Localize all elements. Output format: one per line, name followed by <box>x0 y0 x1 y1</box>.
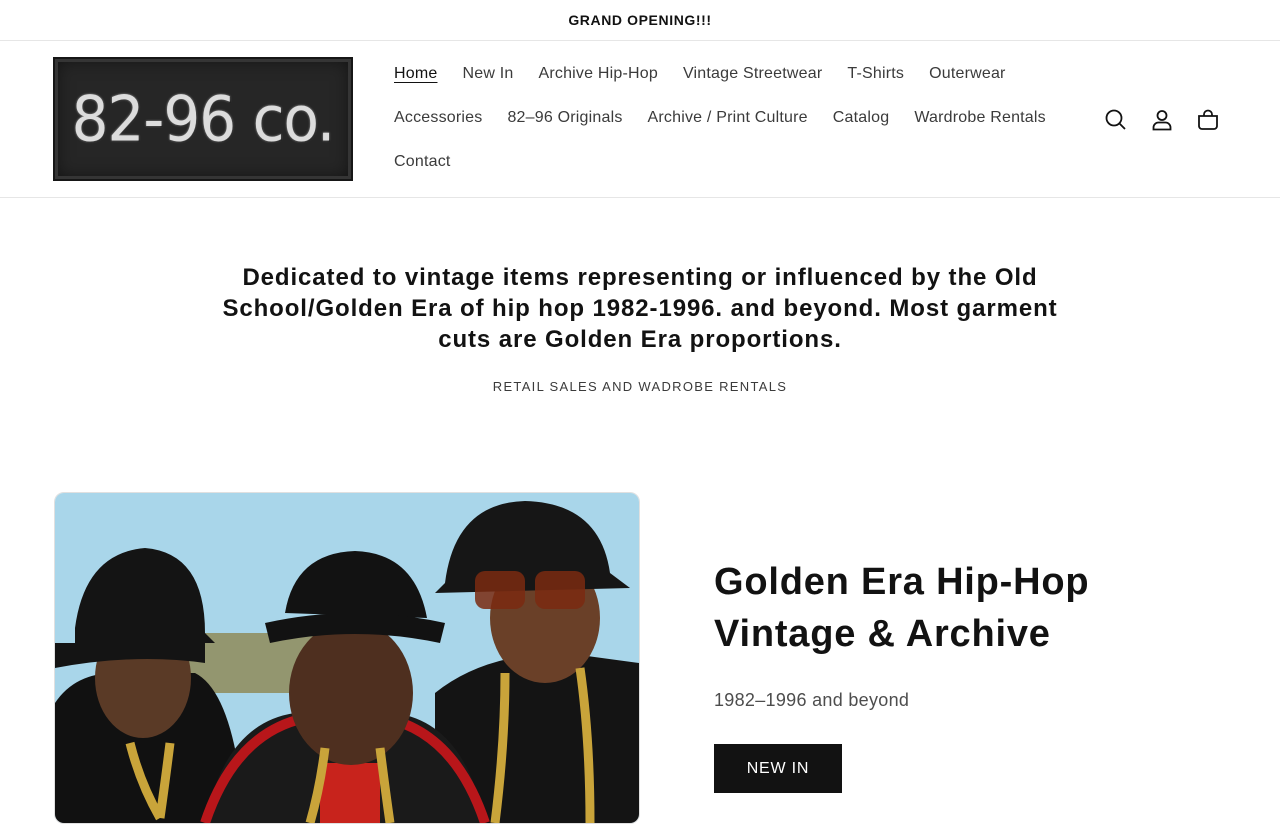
nav-archive-hip-hop[interactable]: Archive Hip-Hop <box>538 65 657 83</box>
nav-wardrobe-rentals[interactable]: Wardrobe Rentals <box>914 109 1046 127</box>
hero-title-line2: Vintage & Archive <box>714 613 1051 655</box>
nav-archive-print-culture[interactable]: Archive / Print Culture <box>648 109 808 127</box>
hero-subtitle: 1982–1996 and beyond <box>714 690 910 710</box>
hero-image <box>54 492 640 824</box>
nav-accessories[interactable]: Accessories <box>394 109 482 127</box>
nav-catalog[interactable]: Catalog <box>833 109 890 127</box>
search-icon[interactable] <box>1103 107 1129 133</box>
hero-title-line1: Golden Era Hip-Hop <box>714 561 1090 603</box>
nav-vintage-streetwear[interactable]: Vintage Streetwear <box>683 65 822 83</box>
new-in-button[interactable]: NEW IN <box>714 744 842 793</box>
nav-originals[interactable]: 82–96 Originals <box>507 109 622 127</box>
announcement-text: GRAND OPENING!!! <box>568 12 712 28</box>
hero-text: Golden Era Hip-Hop Vintage & Archive 198… <box>714 556 1089 711</box>
site-header: 82-96 co. Home New In Archive Hip-Hop Vi… <box>0 41 1280 198</box>
intro-heading: Dedicated to vintage items representing … <box>222 264 1058 353</box>
store-logo[interactable]: 82-96 co. <box>53 57 353 181</box>
nav-t-shirts[interactable]: T-Shirts <box>847 65 904 83</box>
intro-subheading: RETAIL SALES AND WADROBE RENTALS <box>492 379 788 394</box>
nav-contact[interactable]: Contact <box>394 153 451 171</box>
nav-home[interactable]: Home <box>394 65 437 83</box>
intro-section: Dedicated to vintage items representing … <box>0 262 1280 394</box>
cart-icon[interactable] <box>1195 107 1221 133</box>
nav-new-in[interactable]: New In <box>462 65 513 83</box>
nav-outerwear[interactable]: Outerwear <box>929 65 1006 83</box>
account-icon[interactable] <box>1149 107 1175 133</box>
announcement-bar: GRAND OPENING!!! <box>0 0 1280 41</box>
header-icons <box>1103 107 1221 133</box>
hero-title: Golden Era Hip-Hop Vintage & Archive <box>714 556 1089 660</box>
logo-text: 82-96 co. <box>71 82 336 156</box>
